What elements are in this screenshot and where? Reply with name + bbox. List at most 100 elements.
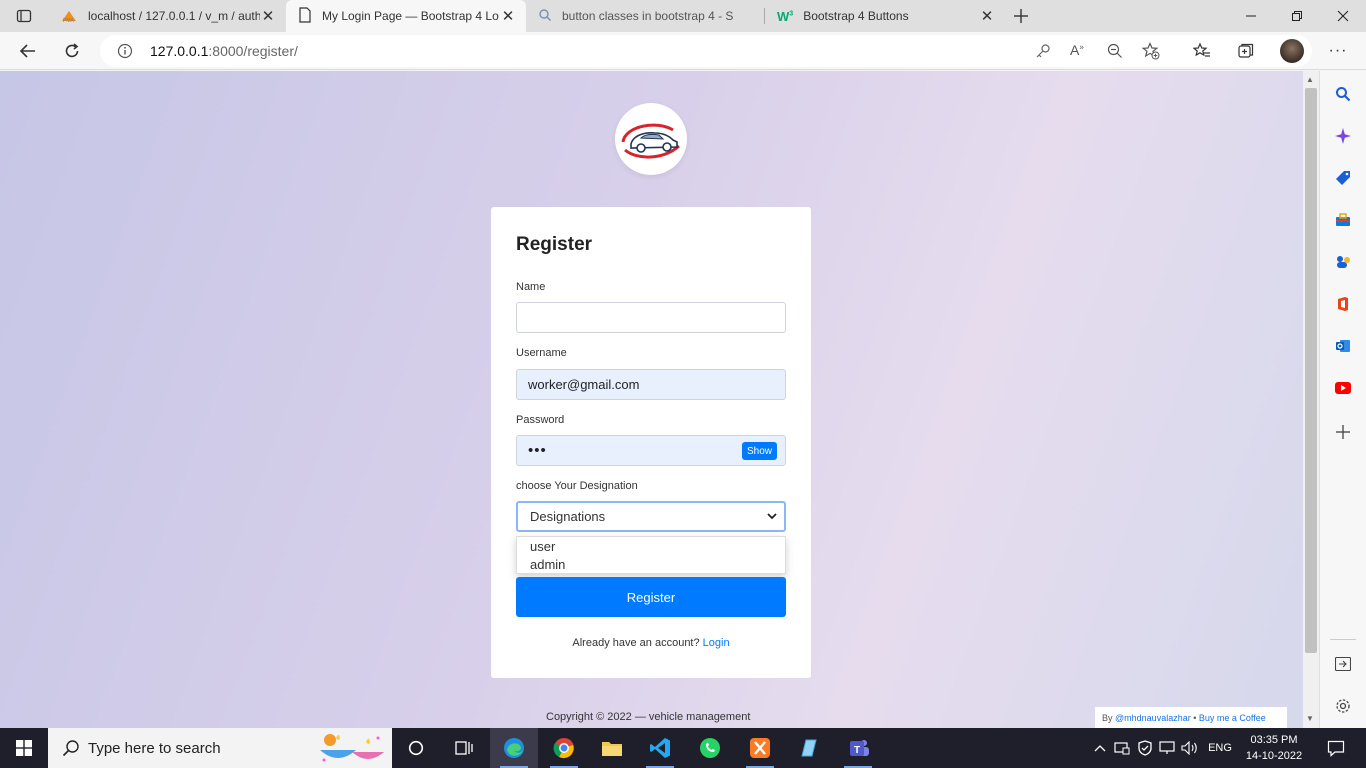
credit-separator: • <box>1193 712 1197 723</box>
tab-strip: PMA localhost / 127.0.0.1 / v_m / auth ✕… <box>0 0 1366 32</box>
designation-option-admin[interactable]: admin <box>530 557 565 572</box>
add-sidebar-app-icon[interactable] <box>1334 423 1352 441</box>
credit-badge: By @mhdnauvalazhar • Buy me a Coffee <box>1095 707 1287 728</box>
designation-label: choose Your Designation <box>516 480 638 492</box>
svg-text:PMA: PMA <box>63 18 75 23</box>
tools-icon[interactable] <box>1334 211 1352 229</box>
buy-coffee-link[interactable]: Buy me a Coffee <box>1199 713 1266 723</box>
username-label: Username <box>516 347 567 359</box>
scroll-up-icon[interactable]: ▲ <box>1306 75 1314 84</box>
settings-gear-icon[interactable] <box>1334 697 1352 715</box>
outlook-icon[interactable] <box>1334 337 1352 355</box>
minimize-icon[interactable] <box>1228 0 1274 32</box>
close-tab-icon[interactable]: ✕ <box>500 8 516 25</box>
youtube-icon[interactable] <box>1334 379 1352 397</box>
refresh-icon[interactable] <box>56 35 88 67</box>
page-icon <box>298 6 312 26</box>
car-logo <box>615 103 687 175</box>
tab-w3schools[interactable]: W3 Bootstrap 4 Buttons ✕ <box>765 0 1005 32</box>
add-favorite-icon[interactable] <box>1141 42 1160 63</box>
login-link[interactable]: Login <box>703 637 730 649</box>
close-tab-icon[interactable]: ✕ <box>260 8 276 25</box>
designation-option-user[interactable]: user <box>530 539 555 554</box>
name-label: Name <box>516 281 546 293</box>
username-field[interactable] <box>516 369 786 400</box>
chevron-down-icon <box>766 510 778 525</box>
office-icon[interactable] <box>1334 295 1352 313</box>
clock-time: 03:35 PM <box>1250 734 1298 746</box>
shopping-tag-icon[interactable] <box>1334 169 1352 187</box>
tab-actions-icon[interactable] <box>8 0 40 32</box>
chevron-up-icon[interactable] <box>1090 744 1110 752</box>
register-button[interactable]: Register <box>516 577 786 617</box>
tab-login-page[interactable]: My Login Page — Bootstrap 4 Lo ✕ <box>286 0 526 32</box>
phpmyadmin-icon: PMA <box>60 9 78 23</box>
favorites-icon[interactable] <box>1186 35 1218 67</box>
volume-icon[interactable] <box>1178 741 1202 755</box>
info-icon[interactable] <box>117 43 133 62</box>
search-icon <box>62 739 80 761</box>
zoom-out-icon[interactable] <box>1107 43 1123 62</box>
network-icon[interactable] <box>1110 741 1134 755</box>
address-bar[interactable]: 127.0.0.1:8000/register/ A» <box>100 35 1312 67</box>
scrollbar-thumb[interactable] <box>1305 88 1317 653</box>
teams-icon[interactable]: T <box>834 728 882 768</box>
collections-icon[interactable] <box>1230 35 1262 67</box>
scroll-down-icon[interactable]: ▼ <box>1306 714 1314 723</box>
back-icon[interactable] <box>12 35 44 67</box>
more-options-icon[interactable]: ··· <box>1322 35 1354 67</box>
vscode-icon[interactable] <box>636 728 684 768</box>
taskbar-clock[interactable]: 03:35 PM 14-10-2022 <box>1244 732 1304 764</box>
credit-author-link[interactable]: @mhdnauvalazhar <box>1115 713 1191 723</box>
address-bar-row: 127.0.0.1:8000/register/ A» ··· <box>0 32 1366 70</box>
chrome-icon[interactable] <box>540 728 588 768</box>
windows-start-icon[interactable] <box>0 728 48 768</box>
notepad-icon[interactable] <box>784 728 832 768</box>
edge-taskbar-icon[interactable] <box>490 728 538 768</box>
hide-sidebar-icon[interactable] <box>1334 655 1352 673</box>
security-shield-icon[interactable] <box>1134 740 1156 756</box>
page-scrollbar[interactable]: ▲ ▼ <box>1303 71 1319 728</box>
games-icon[interactable] <box>1334 253 1352 271</box>
search-icon[interactable] <box>1334 85 1352 103</box>
designation-dropdown: user admin <box>516 536 786 574</box>
xampp-icon[interactable] <box>736 728 784 768</box>
discover-icon[interactable] <box>1334 127 1352 145</box>
form-title: Register <box>516 234 593 255</box>
close-tab-icon[interactable]: ✕ <box>979 8 995 25</box>
password-label: Password <box>516 414 565 426</box>
whatsapp-icon[interactable] <box>686 728 734 768</box>
login-prompt: Already have an account? Login <box>491 637 811 649</box>
diwali-lamp-icon <box>316 730 388 768</box>
search-placeholder: Type here to search <box>88 739 221 757</box>
sidebar-divider <box>1330 639 1356 640</box>
notifications-icon[interactable] <box>1312 728 1360 768</box>
designation-select[interactable]: Designations <box>516 501 786 532</box>
tab-phpmyadmin[interactable]: PMA localhost / 127.0.0.1 / v_m / auth ✕ <box>48 0 286 32</box>
read-aloud-icon[interactable]: A» <box>1070 42 1084 58</box>
display-icon[interactable] <box>1156 741 1178 755</box>
url-text[interactable]: 127.0.0.1:8000/register/ <box>150 43 298 59</box>
url-path: :8000/register/ <box>208 43 298 59</box>
restore-icon[interactable] <box>1274 0 1320 32</box>
taskbar-search[interactable]: Type here to search <box>48 728 392 768</box>
cortana-icon[interactable] <box>392 728 440 768</box>
new-tab-icon[interactable] <box>1005 0 1037 32</box>
language-indicator[interactable]: ENG <box>1202 742 1238 754</box>
edge-sidebar <box>1319 71 1366 728</box>
name-field[interactable] <box>516 302 786 333</box>
copyright-footer: Copyright © 2022 — vehicle management <box>546 711 751 723</box>
show-password-button[interactable]: Show <box>742 442 777 460</box>
task-view-icon[interactable] <box>440 728 488 768</box>
w3schools-icon: W3 <box>777 8 794 24</box>
tab-title: Bootstrap 4 Buttons <box>803 9 909 23</box>
file-explorer-icon[interactable] <box>588 728 636 768</box>
close-window-icon[interactable] <box>1320 0 1366 32</box>
password-value: ••• <box>528 442 547 459</box>
page-viewport: Register Name Username Password ••• Show… <box>0 71 1303 728</box>
designation-selected: Designations <box>530 509 606 524</box>
profile-avatar[interactable] <box>1276 35 1308 67</box>
credit-by: By <box>1102 712 1113 723</box>
key-icon[interactable] <box>1035 43 1051 62</box>
tab-search[interactable]: button classes in bootstrap 4 - S <box>526 0 764 32</box>
